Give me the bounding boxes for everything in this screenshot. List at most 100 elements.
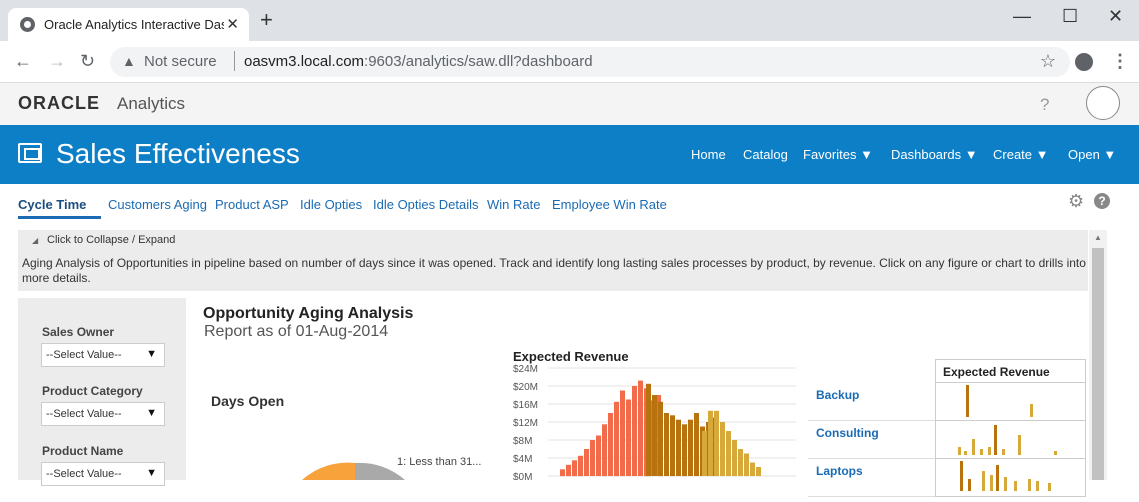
revenue-bar[interactable] <box>726 431 731 476</box>
revenue-bar[interactable] <box>658 401 663 477</box>
pivot-row: Laptops <box>808 459 1086 497</box>
maximize-icon[interactable]: ☐ <box>1062 6 1078 27</box>
browser-menu-icon[interactable]: ⋮ <box>1111 51 1129 72</box>
address-bar: ← → ↻ ▲ Not secure oasvm3.local.com:9603… <box>0 41 1139 83</box>
pivot-sparkline-cell[interactable] <box>935 383 1086 421</box>
pie-slice-label: 1: Less than 31... <box>397 456 482 468</box>
revenue-bar[interactable] <box>708 410 713 477</box>
revenue-bar[interactable] <box>566 464 571 477</box>
forward-icon[interactable]: → <box>48 51 66 72</box>
select-value: --Select Value-- <box>46 468 122 480</box>
revenue-bar[interactable] <box>638 380 643 476</box>
dashboard-title: Sales Effectiveness <box>56 138 300 169</box>
browser-tab[interactable]: Oracle Analytics Interactive Dashb ✕ <box>8 8 249 41</box>
revenue-bar[interactable] <box>578 455 583 477</box>
revenue-bar[interactable] <box>626 399 631 477</box>
collapsible-section: ◢ Click to Collapse / Expand Aging Analy… <box>18 230 1088 291</box>
pivot-row-label-laptops[interactable]: Laptops <box>808 459 935 497</box>
revenue-bar[interactable] <box>664 413 669 476</box>
security-label[interactable]: Not secure <box>144 53 217 70</box>
tab-customers-aging[interactable]: Customers Aging <box>108 197 207 212</box>
revenue-bar[interactable] <box>714 410 719 477</box>
revenue-bar[interactable] <box>738 449 743 476</box>
tab-cycle-time[interactable]: Cycle Time <box>18 197 86 212</box>
gear-icon[interactable]: ⚙ <box>1068 191 1084 212</box>
url-field[interactable]: ▲ Not secure oasvm3.local.com:9603/analy… <box>110 47 1070 77</box>
revenue-bar[interactable] <box>676 419 681 476</box>
back-icon[interactable]: ← <box>14 51 32 72</box>
pie-slice-orange[interactable] <box>302 462 355 480</box>
collapse-triangle-icon[interactable]: ◢ <box>32 236 38 245</box>
pivot-row: Consulting <box>808 421 1086 459</box>
dropdown-arrow-icon: ▼ <box>146 467 157 479</box>
window-close-icon[interactable]: ✕ <box>1108 6 1123 27</box>
pivot-sparkline-cell[interactable] <box>935 459 1086 497</box>
vertical-scrollbar[interactable]: ▲ <box>1089 230 1107 480</box>
scroll-up-icon[interactable]: ▲ <box>1094 233 1102 242</box>
revenue-bar[interactable] <box>744 453 749 477</box>
revenue-bar[interactable] <box>652 395 657 476</box>
revenue-bar[interactable] <box>682 424 687 477</box>
pivot-row-label-consulting[interactable]: Consulting <box>808 421 935 459</box>
pivot-sparkline-cell[interactable] <box>935 421 1086 459</box>
nav-favorites[interactable]: Favorites ▼ <box>803 147 873 162</box>
nav-open[interactable]: Open ▼ <box>1068 147 1116 162</box>
sparkline <box>958 425 1057 455</box>
revenue-bar[interactable] <box>620 390 625 477</box>
revenue-bar[interactable] <box>702 431 707 476</box>
globe-icon <box>20 17 35 32</box>
help-icon[interactable]: ? <box>1040 95 1049 115</box>
nav-create[interactable]: Create ▼ <box>993 147 1049 162</box>
oracle-logo[interactable]: ORACLE <box>18 93 100 114</box>
revenue-bar[interactable] <box>756 467 761 476</box>
y-tick-label: $4M <box>513 454 532 465</box>
prompt-label-product-name: Product Name <box>42 444 124 458</box>
revenue-bar[interactable] <box>572 460 577 477</box>
nav-catalog[interactable]: Catalog <box>743 147 788 162</box>
product-name-select[interactable]: --Select Value-- ▼ <box>41 462 165 486</box>
spark-bar <box>964 451 967 455</box>
new-tab-button[interactable]: + <box>260 9 273 31</box>
spark-bar <box>960 461 963 491</box>
tab-close-icon[interactable]: ✕ <box>226 15 239 33</box>
pivot-row-label-backup[interactable]: Backup <box>808 383 935 421</box>
revenue-bar[interactable] <box>688 419 693 476</box>
scrollbar-thumb[interactable] <box>1092 248 1104 480</box>
product-category-select[interactable]: --Select Value-- ▼ <box>41 402 165 426</box>
pivot-row: Backup <box>808 383 1086 421</box>
revenue-bar[interactable] <box>646 383 651 477</box>
revenue-bar[interactable] <box>560 469 565 477</box>
tab-product-asp[interactable]: Product ASP <box>215 197 289 212</box>
revenue-bar[interactable] <box>670 415 675 477</box>
revenue-bar[interactable] <box>632 386 637 476</box>
select-value: --Select Value-- <box>46 408 122 420</box>
nav-home[interactable]: Home <box>691 147 726 162</box>
revenue-bar[interactable] <box>596 435 601 477</box>
tab-idle-opties[interactable]: Idle Opties <box>300 197 362 212</box>
revenue-bar[interactable] <box>750 462 755 477</box>
profile-icon[interactable] <box>1075 53 1093 71</box>
tab-employee-win-rate[interactable]: Employee Win Rate <box>552 197 667 212</box>
page-help-icon[interactable]: ? <box>1094 193 1110 209</box>
days-open-pie-chart[interactable] <box>260 455 420 480</box>
bookmark-star-icon[interactable]: ☆ <box>1040 51 1056 72</box>
user-avatar[interactable] <box>1086 86 1120 120</box>
revenue-bar[interactable] <box>614 401 619 477</box>
reload-icon[interactable]: ↻ <box>80 51 95 72</box>
expected-revenue-bar-chart[interactable]: $24M $20M $16M $12M $8M $4M $0M <box>500 362 800 480</box>
tab-win-rate[interactable]: Win Rate <box>487 197 540 212</box>
revenue-bar[interactable] <box>590 440 595 476</box>
minimize-icon[interactable]: — <box>1013 6 1031 27</box>
collapse-toggle[interactable]: Click to Collapse / Expand <box>47 234 175 246</box>
pie-chart-title: Days Open <box>211 393 285 409</box>
revenue-bar[interactable] <box>694 413 699 476</box>
dropdown-arrow-icon: ▼ <box>146 348 157 360</box>
tab-idle-opties-details[interactable]: Idle Opties Details <box>373 197 479 212</box>
revenue-bar[interactable] <box>732 440 737 476</box>
nav-dashboards[interactable]: Dashboards ▼ <box>891 147 978 162</box>
revenue-bar[interactable] <box>584 449 589 476</box>
revenue-bar[interactable] <box>602 424 607 477</box>
revenue-bar[interactable] <box>720 422 725 476</box>
revenue-bar[interactable] <box>608 413 613 476</box>
sales-owner-select[interactable]: --Select Value-- ▼ <box>41 343 165 367</box>
